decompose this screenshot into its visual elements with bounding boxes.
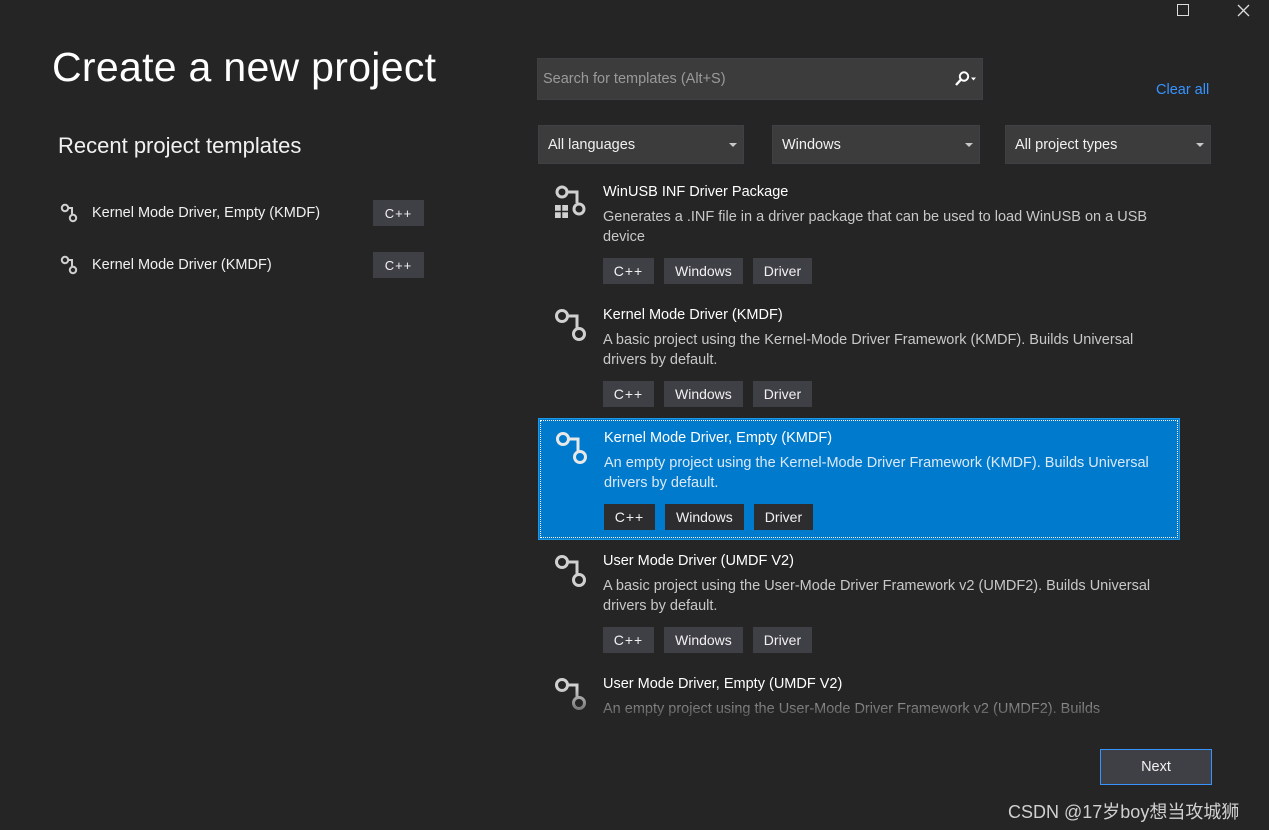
template-item[interactable]: WinUSB INF Driver Package Generates a .I… — [538, 173, 1180, 295]
language-tag: C++ — [373, 200, 424, 226]
recent-item[interactable]: Kernel Mode Driver (KMDF) C++ — [58, 250, 428, 280]
recent-item-label: Kernel Mode Driver (KMDF) — [92, 257, 272, 273]
language-tag: C++ — [373, 252, 424, 278]
template-description: An empty project using the User-Mode Dri… — [603, 701, 1101, 717]
template-description: A basic project using the Kernel-Mode Dr… — [603, 332, 1134, 368]
template-tags: C++ Windows Driver — [604, 504, 814, 530]
project-type-tag: Driver — [753, 504, 814, 530]
template-name: WinUSB INF Driver Package — [603, 184, 789, 200]
template-item[interactable]: User Mode Driver (UMDF V2) A basic proje… — [538, 542, 1180, 664]
template-search — [537, 58, 983, 100]
chevron-down-icon — [965, 143, 973, 147]
language-tag: C++ — [603, 258, 654, 284]
clear-all-link[interactable]: Clear all — [1156, 82, 1209, 98]
template-description: An empty project using the Kernel-Mode D… — [604, 455, 1149, 491]
template-name: Kernel Mode Driver, Empty (KMDF) — [604, 430, 833, 446]
watermark: CSDN @17岁boy想当攻城狮 — [1008, 802, 1240, 822]
driver-icon — [555, 309, 586, 341]
template-name: User Mode Driver (UMDF V2) — [603, 553, 794, 569]
close-icon — [1237, 4, 1249, 16]
driver-package-icon — [555, 185, 586, 218]
platform-tag: Windows — [665, 504, 744, 530]
template-name: User Mode Driver, Empty (UMDF V2) — [603, 676, 843, 692]
template-list[interactable]: WinUSB INF Driver Package Generates a .I… — [538, 173, 1180, 718]
maximize-button[interactable] — [1160, 0, 1206, 20]
project-type-tag: Driver — [752, 258, 813, 284]
recent-item-label: Kernel Mode Driver, Empty (KMDF) — [92, 205, 321, 221]
template-description: Generates a .INF file in a driver packag… — [603, 209, 1148, 245]
recent-item[interactable]: Kernel Mode Driver, Empty (KMDF) C++ — [58, 198, 428, 228]
project-type-tag: Driver — [752, 381, 813, 407]
search-icon[interactable] — [948, 59, 982, 99]
language-tag: C++ — [603, 381, 654, 407]
platform-tag: Windows — [664, 381, 743, 407]
driver-icon — [60, 255, 78, 275]
template-tags: C++ Windows Driver — [603, 258, 813, 284]
platform-filter-value: Windows — [782, 136, 841, 153]
driver-icon — [556, 432, 587, 464]
language-tag: C++ — [603, 627, 654, 653]
next-button[interactable]: Next — [1100, 749, 1212, 785]
language-filter-value: All languages — [548, 136, 636, 153]
project-type-tag: Driver — [752, 627, 813, 653]
driver-icon — [555, 678, 586, 710]
platform-tag: Windows — [664, 627, 743, 653]
close-button[interactable] — [1220, 0, 1266, 20]
search-input[interactable] — [538, 71, 948, 87]
project-type-filter-dropdown[interactable]: All project types — [1005, 125, 1211, 164]
page-title: Create a new project — [52, 44, 437, 90]
driver-icon — [555, 555, 586, 587]
maximize-icon — [1177, 4, 1189, 16]
language-filter-dropdown[interactable]: All languages — [538, 125, 744, 164]
template-item-selected[interactable]: Kernel Mode Driver, Empty (KMDF) An empt… — [538, 418, 1180, 540]
platform-filter-dropdown[interactable]: Windows — [772, 125, 980, 164]
project-type-filter-value: All project types — [1015, 136, 1118, 153]
chevron-down-icon — [729, 143, 737, 147]
template-item[interactable]: User Mode Driver, Empty (UMDF V2) An emp… — [538, 665, 1180, 718]
template-tags: C++ Windows Driver — [603, 627, 813, 653]
template-tags: C++ Windows Driver — [603, 381, 813, 407]
driver-icon — [60, 203, 78, 223]
platform-tag: Windows — [664, 258, 743, 284]
recent-templates-heading: Recent project templates — [58, 133, 302, 158]
template-item[interactable]: Kernel Mode Driver (KMDF) A basic projec… — [538, 296, 1180, 418]
template-name: Kernel Mode Driver (KMDF) — [603, 307, 783, 323]
create-project-dialog: Create a new project Recent project temp… — [0, 0, 1269, 830]
template-description: A basic project using the User-Mode Driv… — [603, 578, 1151, 614]
chevron-down-icon — [1196, 143, 1204, 147]
language-tag: C++ — [604, 504, 655, 530]
